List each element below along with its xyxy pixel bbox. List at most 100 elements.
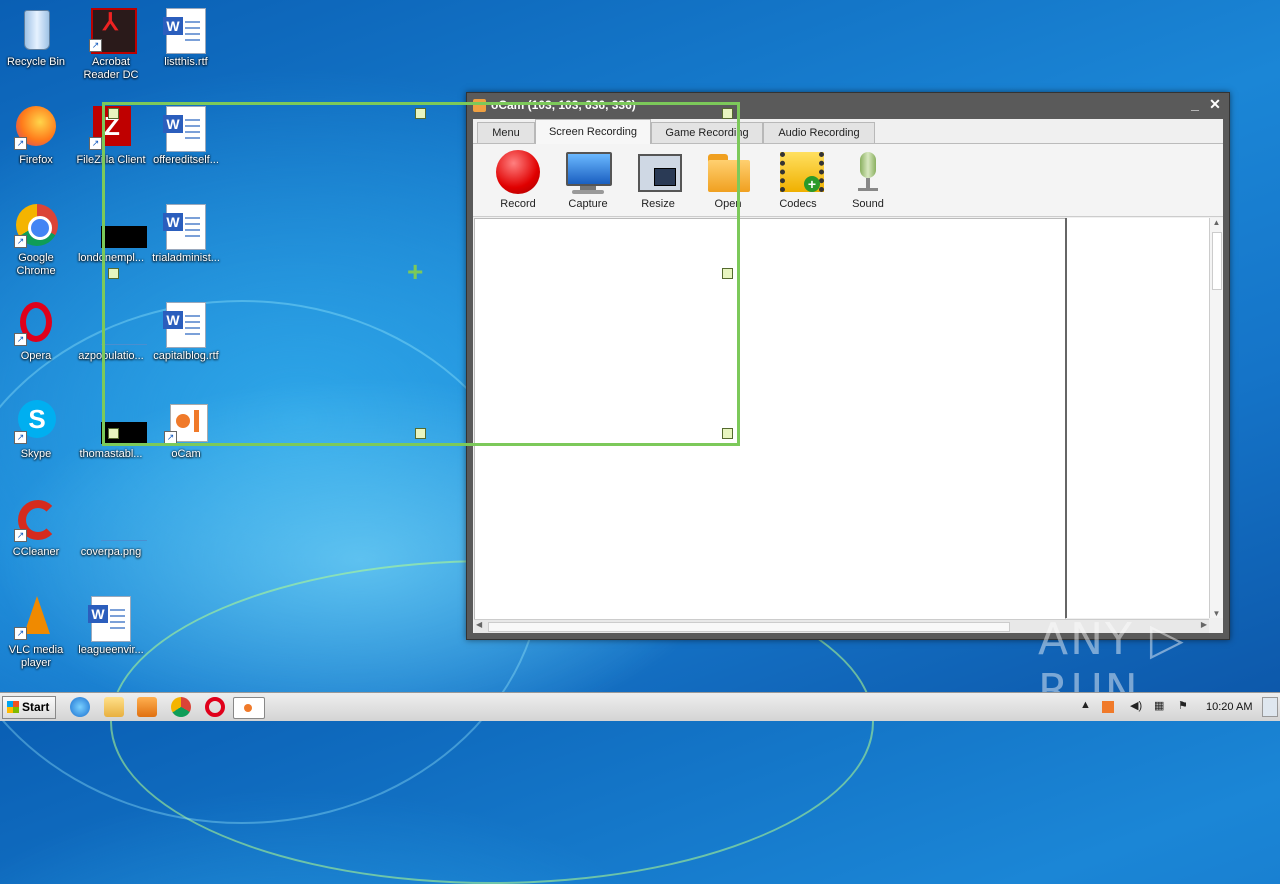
resize-handle-bottom-left[interactable] bbox=[108, 428, 119, 439]
vertical-scrollbar[interactable]: ▲ ▼ bbox=[1209, 218, 1223, 618]
minimize-button[interactable]: _ bbox=[1187, 96, 1203, 112]
capture-label: Capture bbox=[568, 198, 608, 210]
desktop-icon-skype[interactable]: S ↗ Skype bbox=[0, 400, 72, 461]
volume-icon[interactable]: ◀) bbox=[1130, 699, 1142, 712]
media-player-icon[interactable] bbox=[137, 697, 157, 717]
resize-handle-bottom-right[interactable] bbox=[722, 428, 733, 439]
resize-handle-bottom[interactable] bbox=[415, 428, 426, 439]
file-thumbnail-icon bbox=[89, 204, 147, 248]
word-document-icon: W bbox=[88, 596, 133, 642]
desktop-icon-offereditself[interactable]: W offereditself... bbox=[150, 106, 222, 167]
resize-icon bbox=[634, 150, 682, 196]
desktop-icon-ocam[interactable]: ↗ oCam bbox=[150, 400, 222, 461]
acrobat-icon: ⅄ ↗ bbox=[89, 8, 137, 54]
desktop-icon-capitalblog[interactable]: W capitalblog.rtf bbox=[150, 302, 222, 363]
ocam-tray-icon[interactable] bbox=[1102, 701, 1114, 713]
start-label: Start bbox=[22, 700, 50, 714]
film-plus-icon: + bbox=[774, 150, 824, 196]
chrome-taskbar-icon[interactable] bbox=[171, 697, 191, 717]
open-button[interactable]: Open bbox=[696, 150, 760, 210]
desktop-icon-trialadminist[interactable]: W trialadminist... bbox=[150, 204, 222, 265]
desktop-icon-recycle-bin[interactable]: Recycle Bin bbox=[0, 8, 72, 69]
desktop-icon-listthis[interactable]: W listthis.rtf bbox=[150, 8, 222, 69]
scroll-left-arrow-icon[interactable]: ◀ bbox=[476, 620, 482, 629]
internet-explorer-icon[interactable] bbox=[70, 697, 90, 717]
taskbar: Start ▲ ◀) ▦ ⚑ 10:20 AM bbox=[0, 692, 1280, 721]
ocam-taskbar-button[interactable] bbox=[233, 697, 265, 719]
windows-logo-icon bbox=[7, 701, 19, 713]
desktop-icon-ccleaner[interactable]: ↗ CCleaner bbox=[0, 498, 72, 559]
tab-audio-recording[interactable]: Audio Recording bbox=[763, 122, 875, 143]
ocam-icon: ↗ bbox=[164, 400, 208, 444]
vlc-icon: ↗ bbox=[14, 596, 58, 640]
chrome-icon: ↗ bbox=[14, 204, 58, 248]
recycle-bin-icon bbox=[14, 8, 58, 52]
monitor-icon bbox=[564, 150, 612, 196]
ccleaner-icon: ↗ bbox=[14, 498, 58, 542]
word-document-icon: W bbox=[163, 106, 208, 152]
firefox-icon: ↗ bbox=[14, 106, 58, 150]
tab-screen-recording[interactable]: Screen Recording bbox=[535, 119, 651, 144]
scroll-up-arrow-icon[interactable]: ▲ bbox=[1210, 218, 1223, 227]
scroll-thumb-horizontal[interactable] bbox=[488, 622, 1010, 632]
resize-button[interactable]: Resize bbox=[626, 150, 690, 210]
sound-label: Sound bbox=[852, 198, 884, 210]
window-titlebar[interactable]: oCam (103, 103, 636, 336) _ ✕ bbox=[467, 93, 1229, 119]
resize-handle-top[interactable] bbox=[415, 108, 426, 119]
opera-taskbar-icon[interactable] bbox=[205, 697, 225, 717]
show-hidden-icons-icon[interactable]: ▲ bbox=[1080, 699, 1091, 711]
tab-label: Menu bbox=[492, 127, 520, 139]
desktop-icon-leagueenvir[interactable]: W leagueenvir... bbox=[75, 596, 147, 657]
ocam-taskbar-icon bbox=[244, 704, 252, 712]
network-icon[interactable]: ▦ bbox=[1154, 699, 1164, 712]
word-document-icon: W bbox=[163, 302, 208, 348]
resize-handle-left[interactable] bbox=[108, 268, 119, 279]
codecs-button[interactable]: + Codecs bbox=[766, 150, 830, 210]
file-thumbnail-icon bbox=[89, 498, 147, 542]
file-list-panel bbox=[1065, 218, 1211, 618]
action-center-flag-icon[interactable]: ⚑ bbox=[1178, 699, 1188, 712]
capture-button[interactable]: Capture bbox=[556, 150, 620, 210]
show-desktop-button[interactable] bbox=[1262, 697, 1278, 717]
microphone-icon bbox=[844, 150, 892, 196]
desktop-icon-coverpa[interactable]: coverpa.png bbox=[75, 498, 147, 559]
tab-bar: Menu Screen Recording Game Recording Aud… bbox=[473, 119, 1223, 144]
word-document-icon: W bbox=[163, 204, 208, 250]
close-button[interactable]: ✕ bbox=[1207, 96, 1223, 113]
tab-menu[interactable]: Menu bbox=[477, 122, 535, 143]
desktop-icon-firefox[interactable]: ↗ Firefox bbox=[0, 106, 72, 167]
desktop-icon-opera[interactable]: ↗ Opera bbox=[0, 302, 72, 363]
tab-label: Audio Recording bbox=[778, 127, 860, 139]
preview-area bbox=[474, 218, 1066, 620]
resize-label: Resize bbox=[641, 198, 675, 210]
tab-label: Screen Recording bbox=[548, 126, 638, 138]
record-icon bbox=[494, 150, 542, 196]
sound-button[interactable]: Sound bbox=[836, 150, 900, 210]
opera-icon: ↗ bbox=[14, 302, 58, 346]
record-label: Record bbox=[500, 198, 536, 210]
window-title: oCam (103, 103, 636, 336) bbox=[491, 98, 636, 112]
word-document-icon: W bbox=[163, 8, 208, 54]
desktop-icon-chrome[interactable]: ↗ Google Chrome bbox=[0, 204, 72, 278]
start-button[interactable]: Start bbox=[2, 696, 56, 719]
open-label: Open bbox=[714, 198, 742, 210]
resize-handle-top-right[interactable] bbox=[722, 108, 733, 119]
desktop-icon-vlc[interactable]: ↗ VLC media player bbox=[0, 596, 72, 670]
record-button[interactable]: Record bbox=[486, 150, 550, 210]
ocam-app-icon bbox=[473, 99, 486, 112]
folder-icon bbox=[704, 150, 752, 196]
tab-label: Game Recording bbox=[665, 127, 749, 139]
resize-handle-right[interactable] bbox=[722, 268, 733, 279]
resize-handle-top-left[interactable] bbox=[108, 108, 119, 119]
tab-game-recording[interactable]: Game Recording bbox=[651, 122, 763, 143]
skype-icon: S ↗ bbox=[14, 400, 58, 444]
move-crosshair-icon[interactable]: + bbox=[407, 258, 423, 286]
taskbar-clock[interactable]: 10:20 AM bbox=[1206, 701, 1252, 713]
ocam-window: oCam (103, 103, 636, 336) _ ✕ Menu Scree… bbox=[466, 92, 1230, 640]
file-explorer-icon[interactable] bbox=[104, 697, 124, 717]
scroll-thumb[interactable] bbox=[1212, 232, 1222, 290]
desktop-icon-acrobat[interactable]: ⅄ ↗ Acrobat Reader DC bbox=[75, 8, 147, 82]
desktop-icon-azpopulatio[interactable]: azpopulatio... bbox=[75, 302, 147, 363]
toolbar: Record Capture Resize Open + Codecs Soun… bbox=[473, 144, 1223, 217]
desktop-icon-londonempl[interactable]: londonempl... bbox=[75, 204, 147, 265]
